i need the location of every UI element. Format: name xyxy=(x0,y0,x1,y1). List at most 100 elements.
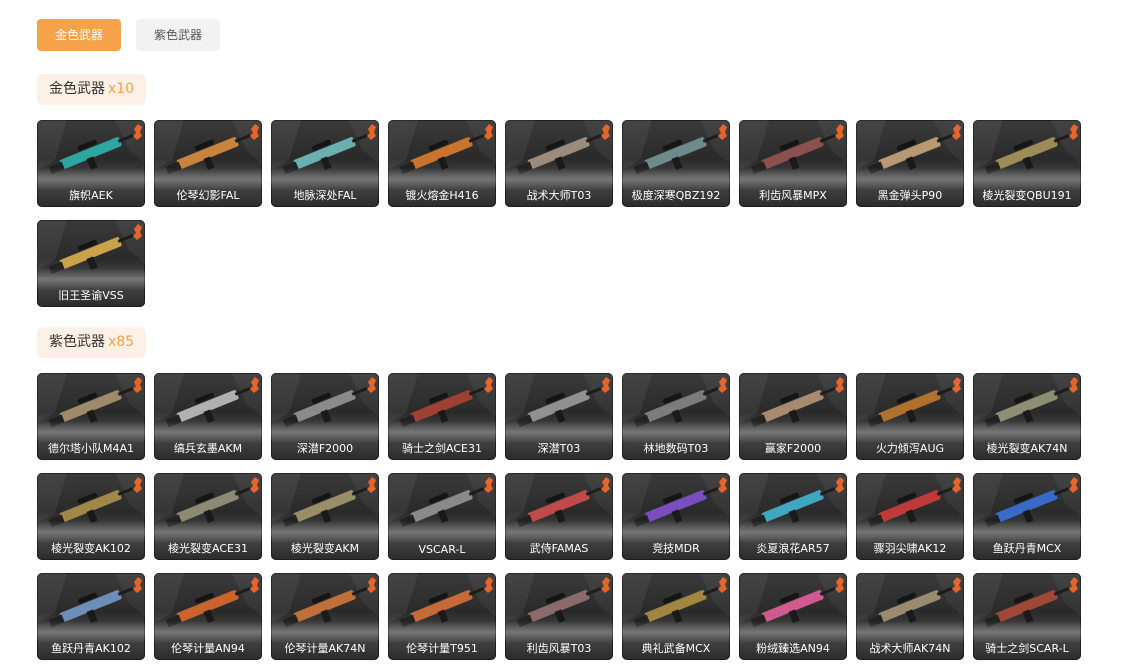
rarity-badge-icon xyxy=(367,377,376,393)
weapon-card[interactable]: 鱼跃丹青MCX xyxy=(973,473,1081,560)
weapon-card[interactable]: 战术大师T03 xyxy=(505,120,613,207)
rarity-badge-icon xyxy=(952,477,961,493)
weapon-card[interactable]: 典礼武备MCX xyxy=(622,573,730,660)
weapon-card[interactable]: 地脉深处FAL xyxy=(271,120,379,207)
weapon-name: 黑金弹头P90 xyxy=(877,189,943,202)
weapon-card[interactable]: 骑士之剑ACE31 xyxy=(388,373,496,460)
rarity-badge-icon xyxy=(718,124,727,140)
weapon-name: 战术大师T03 xyxy=(526,189,592,202)
weapon-name: 棱光裂变QBU191 xyxy=(982,189,1072,202)
rarity-badge-icon xyxy=(952,377,961,393)
weapon-name: 火力倾泻AUG xyxy=(875,442,945,455)
section-title-text: 紫色武器 xyxy=(49,334,105,350)
rarity-badge-icon xyxy=(484,577,493,593)
weapon-card[interactable]: 深潜F2000 xyxy=(271,373,379,460)
rarity-badge-icon xyxy=(367,124,376,140)
weapon-card[interactable]: 骑士之剑SCAR-L xyxy=(973,573,1081,660)
weapon-card[interactable]: 竞技MDR xyxy=(622,473,730,560)
rarity-badge-icon xyxy=(484,377,493,393)
section-title-gold: 金色武器 x10 xyxy=(37,74,147,105)
weapon-name: 鱼跃丹青AK102 xyxy=(51,642,131,655)
weapon-name: 武侍FAMAS xyxy=(529,542,589,555)
weapon-card[interactable]: 伦琴计量AK74N xyxy=(271,573,379,660)
weapon-card[interactable]: 骤羽尖啸AK12 xyxy=(856,473,964,560)
weapon-card[interactable]: 伦琴计量T951 xyxy=(388,573,496,660)
rarity-badge-icon xyxy=(250,577,259,593)
rarity-badge-icon xyxy=(718,477,727,493)
rarity-badge-icon xyxy=(952,577,961,593)
weapon-name: 棱光裂变AKM xyxy=(290,542,360,555)
weapon-name: 利齿风暴MPX xyxy=(759,189,827,202)
rarity-badge-icon xyxy=(484,124,493,140)
weapon-card[interactable]: 极度深寒QBZ192 xyxy=(622,120,730,207)
weapon-card[interactable]: 德尔塔小队M4A1 xyxy=(37,373,145,460)
weapon-card[interactable]: VSCAR-L xyxy=(388,473,496,560)
tab-purple-weapons[interactable]: 紫色武器 xyxy=(136,19,221,51)
tab-gold-weapons[interactable]: 金色武器 xyxy=(37,19,122,51)
rarity-badge-icon xyxy=(1069,124,1078,140)
weapon-card[interactable]: 火力倾泻AUG xyxy=(856,373,964,460)
section-count: x10 xyxy=(108,81,135,97)
weapon-name: 骑士之剑SCAR-L xyxy=(985,642,1069,655)
weapon-card[interactable]: 黑金弹头P90 xyxy=(856,120,964,207)
weapon-name: 骑士之剑ACE31 xyxy=(402,442,482,455)
weapon-card[interactable]: 武侍FAMAS xyxy=(505,473,613,560)
rarity-badge-icon xyxy=(250,477,259,493)
weapon-tabs: 金色武器 紫色武器 xyxy=(37,19,221,51)
weapon-card[interactable]: 战术大师AK74N xyxy=(856,573,964,660)
weapon-card[interactable]: 鱼跃丹青AK102 xyxy=(37,573,145,660)
weapon-card[interactable]: 旧王圣谕VSS xyxy=(37,220,145,307)
rarity-badge-icon xyxy=(835,377,844,393)
rarity-badge-icon xyxy=(718,377,727,393)
weapon-name: 德尔塔小队M4A1 xyxy=(47,442,134,455)
weapon-card[interactable]: 利齿风暴T03 xyxy=(505,573,613,660)
weapon-name: 深潜T03 xyxy=(537,442,581,455)
weapon-name: 林地数码T03 xyxy=(643,442,709,455)
card-highlight xyxy=(388,521,496,543)
weapon-name: 粉绒臻选AN94 xyxy=(756,642,830,655)
weapon-card[interactable]: 棱光裂变QBU191 xyxy=(973,120,1081,207)
rarity-badge-icon xyxy=(1069,477,1078,493)
rarity-badge-icon xyxy=(952,124,961,140)
weapon-name: 竞技MDR xyxy=(652,542,700,555)
weapon-name: 伦琴幻影FAL xyxy=(176,189,240,202)
weapon-card[interactable]: 镀火熔金H416 xyxy=(388,120,496,207)
weapon-name: 极度深寒QBZ192 xyxy=(631,189,721,202)
rarity-badge-icon xyxy=(601,377,610,393)
weapon-name: 鱼跃丹青MCX xyxy=(992,542,1062,555)
weapon-card[interactable]: 伦琴幻影FAL xyxy=(154,120,262,207)
weapon-name: 棱光裂变ACE31 xyxy=(168,542,248,555)
rarity-badge-icon xyxy=(1069,377,1078,393)
weapon-name: 旗帜AEK xyxy=(69,189,113,202)
rarity-badge-icon xyxy=(1069,577,1078,593)
weapon-card[interactable]: 旗帜AEK xyxy=(37,120,145,207)
weapon-card[interactable]: 伦琴计量AN94 xyxy=(154,573,262,660)
weapon-card[interactable]: 利齿风暴MPX xyxy=(739,120,847,207)
weapon-name: 棱光裂变AK102 xyxy=(51,542,131,555)
section-title-purple: 紫色武器 x85 xyxy=(37,327,147,358)
weapon-name: 棱光裂变AK74N xyxy=(986,442,1068,455)
weapon-card[interactable]: 粉绒臻选AN94 xyxy=(739,573,847,660)
rarity-badge-icon xyxy=(250,124,259,140)
rarity-badge-icon xyxy=(367,577,376,593)
weapon-card[interactable]: 林地数码T03 xyxy=(622,373,730,460)
rarity-badge-icon xyxy=(367,477,376,493)
weapon-name: 利齿风暴T03 xyxy=(526,642,592,655)
weapon-card[interactable]: 棱光裂变AK102 xyxy=(37,473,145,560)
weapon-card[interactable]: 棱光裂变AK74N xyxy=(973,373,1081,460)
weapon-name: VSCAR-L xyxy=(418,543,466,556)
rarity-badge-icon xyxy=(718,577,727,593)
weapon-card[interactable]: 缟兵玄墨AKM xyxy=(154,373,262,460)
purple-weapon-grid: 德尔塔小队M4A1 缟兵玄墨AKM 深潜F2000 骑士之剑ACE31 深潜T03 林地数… xyxy=(37,373,1097,660)
weapon-card[interactable]: 深潜T03 xyxy=(505,373,613,460)
weapon-card[interactable]: 棱光裂变ACE31 xyxy=(154,473,262,560)
rarity-badge-icon xyxy=(133,224,142,240)
rarity-badge-icon xyxy=(601,124,610,140)
weapon-card[interactable]: 炎夏浪花AR57 xyxy=(739,473,847,560)
weapon-card[interactable]: 赢家F2000 xyxy=(739,373,847,460)
weapon-card[interactable]: 棱光裂变AKM xyxy=(271,473,379,560)
weapon-name: 缟兵玄墨AKM xyxy=(173,442,243,455)
weapon-name: 赢家F2000 xyxy=(764,442,822,455)
weapon-name: 骤羽尖啸AK12 xyxy=(873,542,947,555)
section-title-text: 金色武器 xyxy=(49,81,105,97)
